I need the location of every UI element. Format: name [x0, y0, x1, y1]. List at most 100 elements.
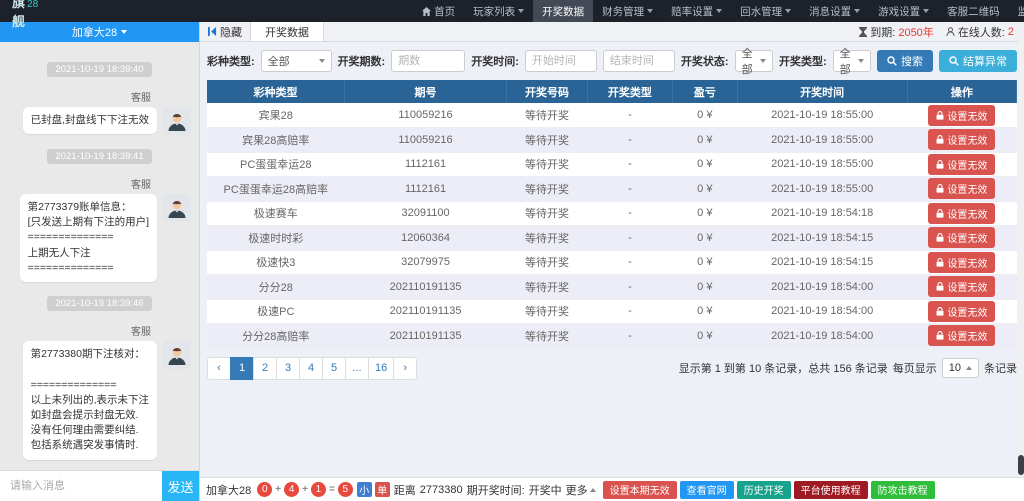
cell-profit: 0 ¥: [672, 127, 738, 153]
set-invalid-button[interactable]: 设置无效: [928, 153, 996, 175]
lottery-type-select[interactable]: 全部: [260, 50, 332, 72]
set-invalid-button[interactable]: 设置无效: [928, 251, 996, 273]
nav-item-3[interactable]: 财务管理: [593, 0, 662, 22]
brand-logo[interactable]: 旗舰 28: [12, 0, 38, 30]
nav-item-2[interactable]: 开奖数据: [533, 0, 594, 22]
period-input[interactable]: [391, 50, 466, 72]
online-value: 2: [1007, 25, 1014, 38]
tab-draw-data[interactable]: 开奖数据: [250, 22, 324, 41]
nav-item-0[interactable]: 首页: [413, 0, 464, 22]
history-draws-button[interactable]: 历史开奖: [736, 480, 791, 499]
page-button[interactable]: 1: [230, 356, 254, 380]
end-time-input[interactable]: [602, 50, 675, 72]
draw-type-select[interactable]: 全部: [832, 48, 871, 76]
avatar: [163, 107, 191, 135]
page-button[interactable]: 3: [276, 356, 300, 380]
set-invalid-button[interactable]: 设置无效: [928, 104, 996, 126]
lock-icon: [936, 282, 944, 291]
set-invalid-button[interactable]: 设置无效: [928, 129, 996, 151]
chevron-down-icon: [923, 9, 930, 13]
avatar: [163, 194, 191, 222]
cell-action: 设置无效: [907, 201, 1017, 226]
nav-item-9[interactable]: 监控日志: [1009, 0, 1024, 22]
more-label: 更多: [565, 484, 588, 497]
anti-attack-tutorial-button[interactable]: 防攻击教程: [870, 480, 935, 499]
result-badges: 小单: [356, 482, 390, 497]
online-label: 在线人数:: [957, 26, 1005, 39]
send-button[interactable]: 发送: [162, 471, 199, 501]
nav-item-5[interactable]: 回水管理: [731, 0, 800, 22]
cell-draw-time: 2021-10-19 18:54:00: [737, 299, 908, 324]
start-time-input[interactable]: [524, 50, 597, 72]
set-invalid-button[interactable]: 设置无效: [928, 227, 996, 249]
lock-icon: [936, 208, 944, 218]
chevron-up-icon: [966, 366, 972, 370]
chat-message-list[interactable]: 2021-10-19 18:39:40 客服 已封盘,封盘线下下注无效 2021-10…: [0, 42, 199, 470]
table-row: 宾果28高赔率 110059216 等待开奖 -0 ¥2021-10-19 18:55…: [207, 127, 1017, 153]
scrollbar-thumb[interactable]: [1018, 455, 1024, 475]
set-invalid-button[interactable]: 设置无效: [928, 202, 996, 224]
page-button[interactable]: 5: [322, 356, 346, 380]
chat-sidebar: 加拿大28 2021-10-19 18:39:40 客服 已封盘,封盘线下下注无效 2…: [0, 22, 200, 501]
set-invalid-label: 设置无效: [947, 258, 988, 270]
nav-item-6[interactable]: 消息设置: [800, 0, 869, 22]
draw-sum-ball: 5: [337, 482, 353, 497]
timestamp-pill: 2021-10-19 18:39:40: [47, 62, 152, 77]
avatar-person-icon: [168, 200, 186, 218]
page-button[interactable]: 16: [368, 356, 395, 380]
set-invalid-button[interactable]: 设置无效: [928, 178, 996, 200]
nav-item-8[interactable]: 客服二维码: [938, 0, 1009, 22]
search-button[interactable]: 搜索: [877, 50, 933, 72]
draw-status-select[interactable]: 全部: [734, 48, 773, 76]
page-button[interactable]: ...: [345, 356, 369, 380]
cell-profit: 0 ¥: [672, 103, 738, 128]
view-official-site-button[interactable]: 查看官网: [679, 480, 734, 499]
chat-message-input[interactable]: [0, 471, 162, 501]
nav-item-4[interactable]: 赔率设置: [662, 0, 731, 22]
cell-draw-code: 等待开奖: [506, 299, 588, 324]
settlement-exception-button[interactable]: 结算异常: [939, 50, 1017, 72]
nav-item-7[interactable]: 游戏设置: [869, 0, 938, 22]
chevron-down-icon: [858, 59, 864, 63]
hide-label: 隐藏: [220, 26, 242, 39]
set-invalid-label: 设置无效: [947, 185, 988, 197]
nav-item-1[interactable]: 玩家列表: [464, 0, 533, 22]
cell-profit: 0 ¥: [672, 152, 738, 177]
cell-draw-time: 2021-10-19 18:54:15: [737, 225, 908, 251]
chevron-up-icon: [589, 487, 596, 492]
page-button[interactable]: 2: [253, 356, 277, 380]
table-row: 极速时时彩 12060364 等待开奖 -0 ¥2021-10-19 18:54:15…: [207, 225, 1017, 251]
prev-page-button[interactable]: ‹: [207, 356, 231, 380]
cell-draw-time: 2021-10-19 18:54:15: [737, 250, 908, 275]
platform-tutorial-button[interactable]: 平台使用教程: [793, 480, 868, 499]
draw-status-label: 开奖状态:: [680, 56, 729, 68]
page-button[interactable]: 4: [299, 356, 323, 380]
nav-item-label: 回水管理: [740, 5, 783, 18]
operator-text: =: [328, 484, 335, 495]
next-page-button[interactable]: ›: [393, 356, 418, 380]
draw-data-table: 彩种类型 期号 开奖号码 开奖类型 盈亏 开奖时间 操作 宾果28 110059216 等待开奖…: [207, 80, 1018, 349]
set-invalid-button[interactable]: 设置无效: [928, 325, 996, 347]
set-invalid-button[interactable]: 设置无效: [928, 276, 996, 298]
scrollbar-track[interactable]: [1018, 22, 1024, 501]
chat-input-bar: 发送: [0, 470, 199, 501]
period-number: 2773380: [419, 483, 463, 496]
set-invalid-button[interactable]: 设置无效: [928, 300, 996, 322]
chevron-down-icon: [647, 9, 654, 13]
pagination-info: 显示第 1 到第 10 条记录，总共 156 条记录 每页显示 10 条记录: [679, 358, 1017, 378]
column-header: 彩种类型: [207, 80, 346, 103]
cell-action: 设置无效: [907, 152, 1017, 177]
hide-sidebar-toggle[interactable]: 隐藏: [200, 22, 250, 41]
message-bubble: 第2773379账单信息： [只发送上期有下注的用户] ============…: [19, 194, 157, 283]
page-size-select[interactable]: 10: [941, 358, 979, 378]
set-period-invalid-button[interactable]: 设置本期无效: [602, 480, 677, 499]
chevron-down-icon: [759, 59, 766, 63]
records-unit-label: 条记录: [984, 363, 1017, 375]
avatar-person-icon: [168, 347, 186, 366]
lottery-type-value: 全部: [267, 56, 290, 68]
more-toggle[interactable]: 更多: [566, 482, 596, 498]
pagination-bar: ‹ 1 2 3 4 5... 16 › 显示第 1 到第 10 条记录，总共 156 条记录 …: [207, 356, 1017, 380]
cell-draw-type: -: [587, 152, 673, 177]
cell-lottery-type: 分分28: [207, 274, 345, 300]
message-sender: 客服: [131, 180, 151, 191]
